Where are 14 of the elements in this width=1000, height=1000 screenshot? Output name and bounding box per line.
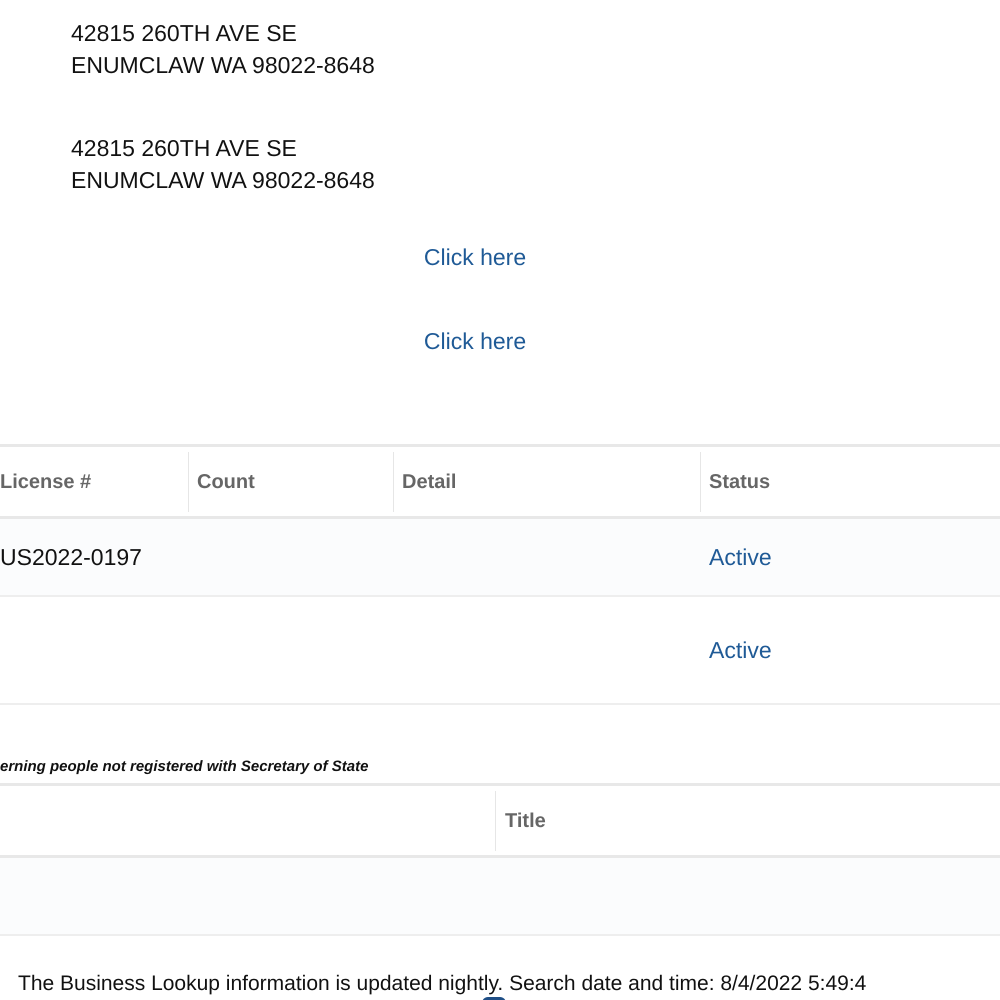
status-link[interactable]: Active [709, 636, 1000, 664]
column-header: Title [495, 790, 1000, 850]
status-link[interactable]: Active [709, 544, 1000, 570]
column-header: Detail [393, 452, 700, 512]
column-header: License # [0, 470, 92, 494]
column-header: Status [700, 452, 1000, 512]
update-note: The Business Lookup information is updated nightly. Search date and time: 8/4/2022 5:49:4 [18, 972, 866, 996]
table-caption: erning people not registered with Secretary of State [0, 757, 368, 777]
table-cell-text: US2022-0197 [0, 544, 143, 570]
click-here-link[interactable]: Click here [424, 242, 526, 272]
address-text: 42815 260TH AVE SE ENUMCLAW WA 98022-8648 [71, 134, 375, 195]
column-header: Count [188, 452, 393, 512]
click-here-link[interactable]: Click here [424, 326, 526, 356]
address-text: 42815 260TH AVE SE ENUMCLAW WA 98022-8648 [71, 19, 375, 80]
